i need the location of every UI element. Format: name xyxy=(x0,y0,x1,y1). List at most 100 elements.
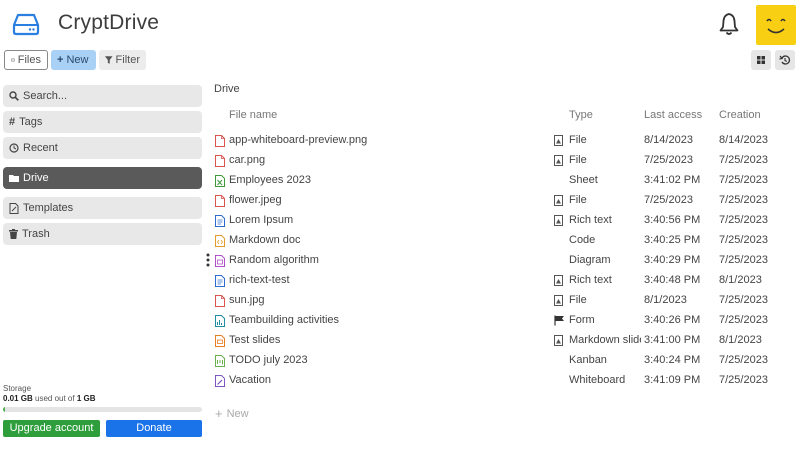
history-button[interactable] xyxy=(775,50,795,70)
drive-logo-icon[interactable] xyxy=(12,12,40,36)
file-name[interactable]: flower.jpeg xyxy=(229,194,282,206)
file-type-icon xyxy=(554,195,563,206)
file-name[interactable]: Random algorithm xyxy=(229,254,319,266)
file-row[interactable]: car.png File 7/25/2023 7/25/2023 xyxy=(206,151,800,171)
file-name[interactable]: Vacation xyxy=(229,374,271,386)
sidebar-item-templates[interactable]: Templates xyxy=(3,197,202,219)
sidebar-item-label: Recent xyxy=(23,142,58,154)
storage-title: Storage xyxy=(3,384,32,393)
file-type: Whiteboard xyxy=(569,374,626,386)
column-header-name[interactable]: File name xyxy=(229,109,277,121)
new-file-button[interactable]: + New xyxy=(215,406,249,421)
history-icon xyxy=(779,55,791,65)
file-row[interactable]: rich-text-test Rich text 3:40:48 PM 8/1/202… xyxy=(206,271,800,291)
column-header-creation[interactable]: Creation xyxy=(719,109,761,121)
file-last-access: 3:40:24 PM xyxy=(644,354,701,366)
plus-icon: + xyxy=(57,54,64,66)
file-list-panel: Drive File name Type Last access Creatio… xyxy=(206,80,800,450)
column-header-last-access[interactable]: Last access xyxy=(644,109,702,121)
file-row[interactable]: Vacation Whiteboard 3:41:09 PM 7/25/2023 xyxy=(206,371,800,391)
image-file-icon xyxy=(215,295,225,307)
sidebar-item-tags[interactable]: # Tags xyxy=(3,111,202,133)
flag-icon xyxy=(554,315,564,326)
file-row[interactable]: Random algorithm Diagram 3:40:29 PM 7/25/20… xyxy=(206,251,800,271)
file-row[interactable]: TODO july 2023 Kanban 3:40:24 PM 7/25/2023 xyxy=(206,351,800,371)
file-name[interactable]: rich-text-test xyxy=(229,274,290,286)
file-row[interactable]: Teambuilding activities Form 3:40:26 PM 7/2… xyxy=(206,311,800,331)
folder-icon xyxy=(9,174,19,182)
upgrade-account-button[interactable]: Upgrade account xyxy=(3,420,100,437)
file-name[interactable]: sun.jpg xyxy=(229,294,264,306)
file-creation: 7/25/2023 xyxy=(719,234,768,246)
toolbar: Files + New Filter xyxy=(0,50,800,72)
row-menu-icon[interactable] xyxy=(206,253,210,267)
file-name[interactable]: app-whiteboard-preview.png xyxy=(229,134,367,146)
file-last-access: 3:40:56 PM xyxy=(644,214,701,226)
sidebar-item-trash[interactable]: Trash xyxy=(3,223,202,245)
file-row[interactable]: app-whiteboard-preview.png File 8/14/2023 8… xyxy=(206,131,800,151)
storage-total: 1 GB xyxy=(76,394,96,403)
filter-button[interactable]: Filter xyxy=(99,50,146,70)
column-header-type[interactable]: Type xyxy=(569,109,593,121)
header: CryptDrive xyxy=(0,0,800,48)
form-icon xyxy=(215,315,225,327)
kanban-icon xyxy=(215,355,225,367)
sidebar-item-search[interactable]: Search... xyxy=(3,85,202,107)
file-type: File xyxy=(569,134,587,146)
plus-icon: + xyxy=(215,406,223,421)
sheet-icon xyxy=(215,175,225,187)
file-type: File xyxy=(569,294,587,306)
app-title: CryptDrive xyxy=(58,11,160,34)
breadcrumb[interactable]: Drive xyxy=(214,83,240,95)
grid-view-button[interactable] xyxy=(751,50,771,70)
image-file-icon xyxy=(215,155,225,167)
grid-icon xyxy=(757,56,765,64)
whiteboard-icon xyxy=(215,375,225,387)
new-file-label: New xyxy=(226,407,249,420)
notifications-bell-icon[interactable] xyxy=(718,12,740,36)
avatar[interactable] xyxy=(756,5,796,45)
file-creation: 8/14/2023 xyxy=(719,134,768,146)
trash-icon xyxy=(9,229,18,239)
file-type-icon xyxy=(554,275,563,286)
smiley-face-icon xyxy=(766,18,786,34)
sidebar-item-label: Trash xyxy=(22,228,50,240)
storage-used: 0.01 GB xyxy=(3,394,33,403)
sidebar-item-drive[interactable]: Drive xyxy=(3,167,202,189)
file-row[interactable]: Lorem Ipsum Rich text 3:40:56 PM 7/25/2023 xyxy=(206,211,800,231)
file-creation: 7/25/2023 xyxy=(719,214,768,226)
file-type: Sheet xyxy=(569,174,598,186)
clock-icon xyxy=(9,143,19,153)
files-button[interactable]: Files xyxy=(4,50,48,70)
file-row[interactable]: Markdown doc Code 3:40:25 PM 7/25/2023 xyxy=(206,231,800,251)
file-name[interactable]: Lorem Ipsum xyxy=(229,214,293,226)
file-row[interactable]: Employees 2023 Sheet 3:41:02 PM 7/25/2023 xyxy=(206,171,800,191)
storage-usage: 0.01 GB used out of 1 GB xyxy=(3,394,202,403)
file-type: File xyxy=(569,194,587,206)
code-icon xyxy=(215,235,225,247)
file-name[interactable]: Test slides xyxy=(229,334,280,346)
file-name[interactable]: car.png xyxy=(229,154,265,166)
file-name[interactable]: Teambuilding activities xyxy=(229,314,339,326)
file-creation: 7/25/2023 xyxy=(719,374,768,386)
file-name[interactable]: TODO july 2023 xyxy=(229,354,308,366)
file-type-icon xyxy=(554,335,563,346)
file-type-icon xyxy=(554,295,563,306)
new-label: New xyxy=(66,54,89,66)
file-rows: app-whiteboard-preview.png File 8/14/2023 8… xyxy=(206,131,800,391)
richtext-icon xyxy=(215,275,225,287)
new-button[interactable]: + New xyxy=(51,50,96,70)
files-label: Files xyxy=(17,54,41,66)
file-row[interactable]: Test slides Markdown slides3:41:00 PM 8/1/… xyxy=(206,331,800,351)
sidebar-item-recent[interactable]: Recent xyxy=(3,137,202,159)
sidebar-item-label: Search... xyxy=(23,90,68,102)
file-row[interactable]: flower.jpeg File 7/25/2023 7/25/2023 xyxy=(206,191,800,211)
sidebar-item-label: Templates xyxy=(23,202,74,214)
file-last-access: 3:40:25 PM xyxy=(644,234,701,246)
file-last-access: 8/14/2023 xyxy=(644,134,693,146)
file-last-access: 3:40:26 PM xyxy=(644,314,701,326)
donate-button[interactable]: Donate xyxy=(106,420,202,437)
file-name[interactable]: Markdown doc xyxy=(229,234,301,246)
file-name[interactable]: Employees 2023 xyxy=(229,174,311,186)
file-row[interactable]: sun.jpg File 8/1/2023 7/25/2023 xyxy=(206,291,800,311)
